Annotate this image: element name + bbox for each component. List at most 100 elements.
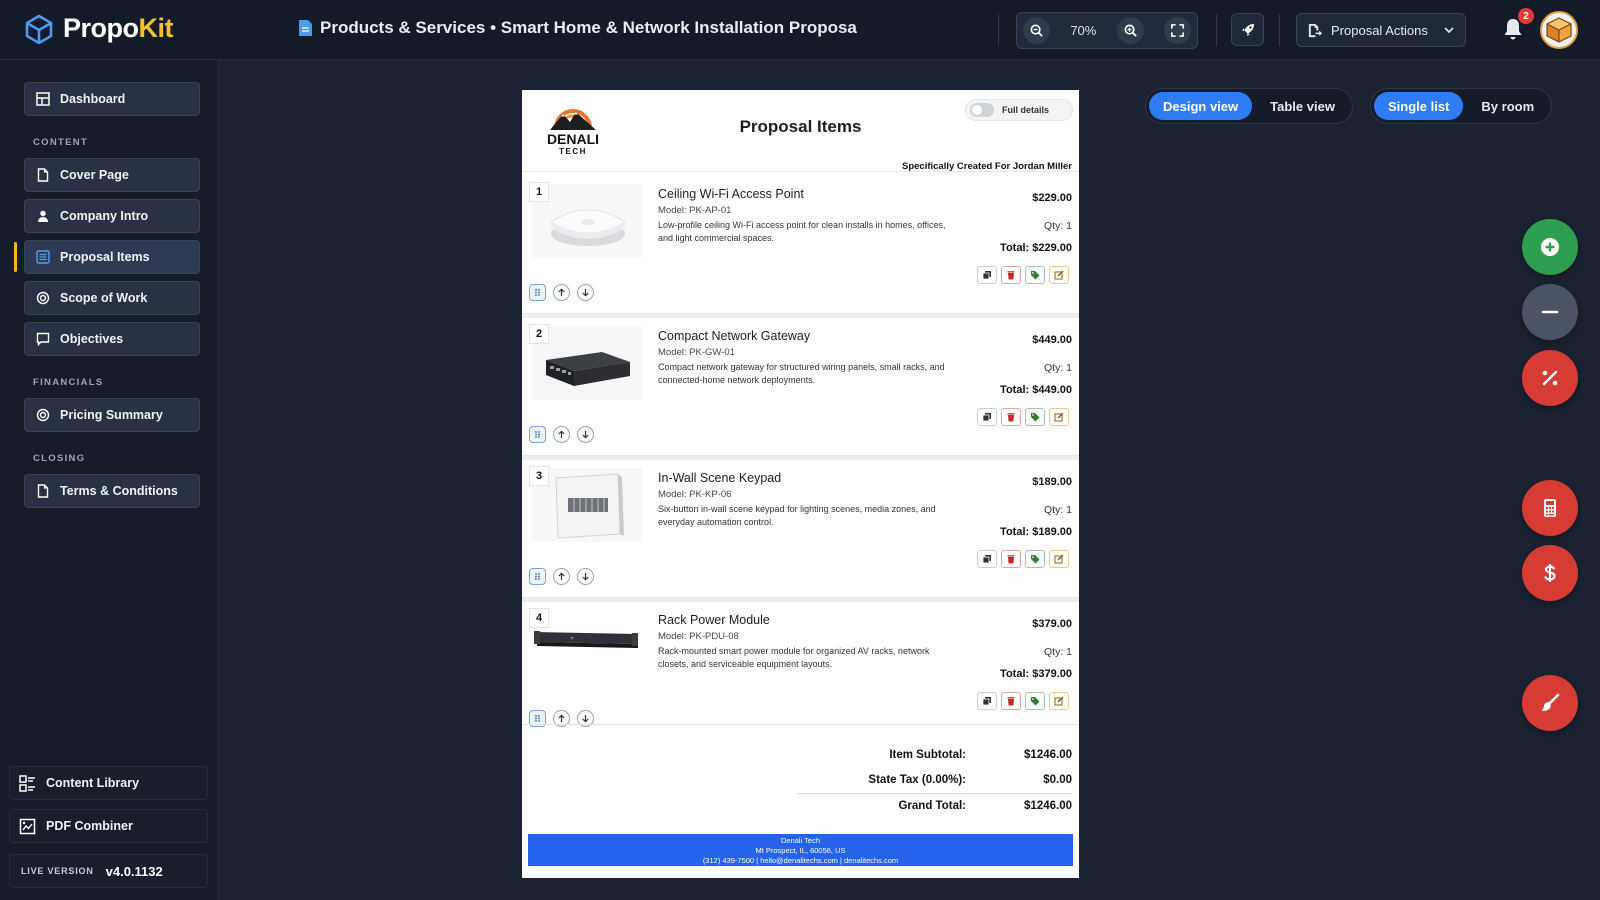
delete-button[interactable] [1001,550,1021,568]
search-plus-icon [1124,24,1137,37]
arrow-down-icon [582,289,589,297]
sidebar-item-objectives[interactable]: Objectives [24,322,200,356]
calculator-button[interactable] [1522,480,1578,536]
move-up-button[interactable] [553,284,570,301]
edit-button[interactable] [1049,692,1069,710]
user-avatar[interactable] [1540,11,1578,49]
document-footer: Denali Tech Mt Prospect, IL, 60056, US (… [528,834,1073,866]
arrow-up-icon [558,288,565,296]
launch-button[interactable] [1231,13,1264,46]
delete-button[interactable] [1001,408,1021,426]
item-price: $449.00 [1032,334,1072,346]
item-separator [522,314,1079,318]
edit-icon [1054,554,1064,564]
proposal-actions-dropdown[interactable]: Proposal Actions [1296,13,1466,47]
tag-button[interactable] [1025,408,1045,426]
drag-icon [535,289,540,296]
dashboard-icon [36,92,50,106]
arrow-up-icon [558,572,565,580]
duplicate-button[interactable] [977,408,997,426]
tag-button[interactable] [1025,550,1045,568]
edit-button[interactable] [1049,550,1069,568]
item-qty: Qty: 1 [1043,362,1072,374]
item-description: Six-button in-wall scene keypad for ligh… [658,504,936,527]
edit-button[interactable] [1049,266,1069,284]
drag-handle[interactable] [529,426,546,443]
sidebar-item-pricing-summary[interactable]: Pricing Summary [24,398,200,432]
calculator-icon [1544,499,1556,517]
tax-label: State Tax (0.00%): [868,774,966,786]
sidebar-item-proposal-items[interactable]: Proposal Items [24,240,200,274]
single-list-button[interactable]: Single list [1374,92,1464,120]
by-room-button[interactable]: By room [1467,92,1548,120]
proposal-actions-label: Proposal Actions [1331,22,1428,38]
app-name: PropoKit [63,13,173,43]
page-icon [37,484,49,498]
arrow-down-icon [582,431,589,439]
add-item-button[interactable] [1522,219,1578,275]
delete-button[interactable] [1001,692,1021,710]
edit-icon [1054,412,1064,422]
arrow-down-icon [582,715,589,723]
pdf-combiner-button[interactable]: PDF Combiner [9,809,208,843]
duplicate-button[interactable] [977,550,997,568]
full-details-label: Full details [1002,105,1050,115]
tag-icon [1031,271,1040,280]
duplicate-button[interactable] [977,266,997,284]
item-model: Model: PK-GW-01 [658,347,735,358]
design-view-button[interactable]: Design view [1149,92,1253,120]
library-icon [19,774,35,792]
duplicate-button[interactable] [977,692,997,710]
item-move-controls [529,426,594,443]
zoom-controls: 70% [1016,12,1198,49]
delete-button[interactable] [1001,266,1021,284]
copy-icon [982,555,991,564]
edit-button[interactable] [1049,408,1069,426]
header-divider [998,14,999,46]
move-down-button[interactable] [577,284,594,301]
content-library-button[interactable]: Content Library [9,766,208,800]
zoom-level: 70% [1070,23,1097,38]
drag-icon [535,715,540,722]
svg-text:TECH: TECH [559,147,587,156]
tag-button[interactable] [1025,692,1045,710]
move-up-button[interactable] [553,568,570,585]
tax-row: State Tax (0.00%): $0.00 [772,774,1072,792]
full-details-toggle[interactable]: Full details [965,99,1073,121]
footer-contact: (312) 439-7500 | hello@denalitechs.com |… [702,856,899,865]
tag-button[interactable] [1025,266,1045,284]
remove-item-button[interactable] [1522,284,1578,340]
trash-icon [1007,271,1015,280]
subtotal-row: Item Subtotal: $1246.00 [772,749,1072,767]
item-qty: Qty: 1 [1043,220,1072,232]
subtotal-label: Item Subtotal: [889,749,966,761]
item-name: Rack Power Module [658,613,770,627]
zoom-in-button[interactable] [1116,17,1144,44]
zoom-out-button[interactable] [1023,17,1050,44]
sidebar-item-dashboard[interactable]: Dashboard [24,82,200,116]
sidebar-item-scope-of-work[interactable]: Scope of Work [24,281,200,315]
move-up-button[interactable] [553,426,570,443]
fullscreen-button[interactable] [1163,17,1191,44]
discount-button[interactable] [1522,350,1578,406]
sidebar-item-terms[interactable]: Terms & Conditions [24,474,200,508]
drag-handle[interactable] [529,568,546,585]
clear-brush-button[interactable] [1522,675,1578,731]
item-name: In-Wall Scene Keypad [658,471,782,485]
user-icon [38,210,48,222]
app-logo[interactable]: PropoKit [24,13,173,44]
move-down-button[interactable] [577,426,594,443]
pricing-button[interactable] [1522,545,1578,601]
tax-value: $0.00 [1043,774,1072,786]
summary-divider [797,793,1073,794]
item-actions [977,408,1069,426]
sidebar-item-company-intro[interactable]: Company Intro [24,199,200,233]
drag-handle[interactable] [529,284,546,301]
item-actions [977,550,1069,568]
move-down-button[interactable] [577,568,594,585]
toggle-switch[interactable] [970,103,994,117]
table-view-button[interactable]: Table view [1256,92,1349,120]
export-doc-icon [1308,23,1322,37]
item-total: Total: $449.00 [1000,384,1072,396]
sidebar-item-cover-page[interactable]: Cover Page [24,158,200,192]
